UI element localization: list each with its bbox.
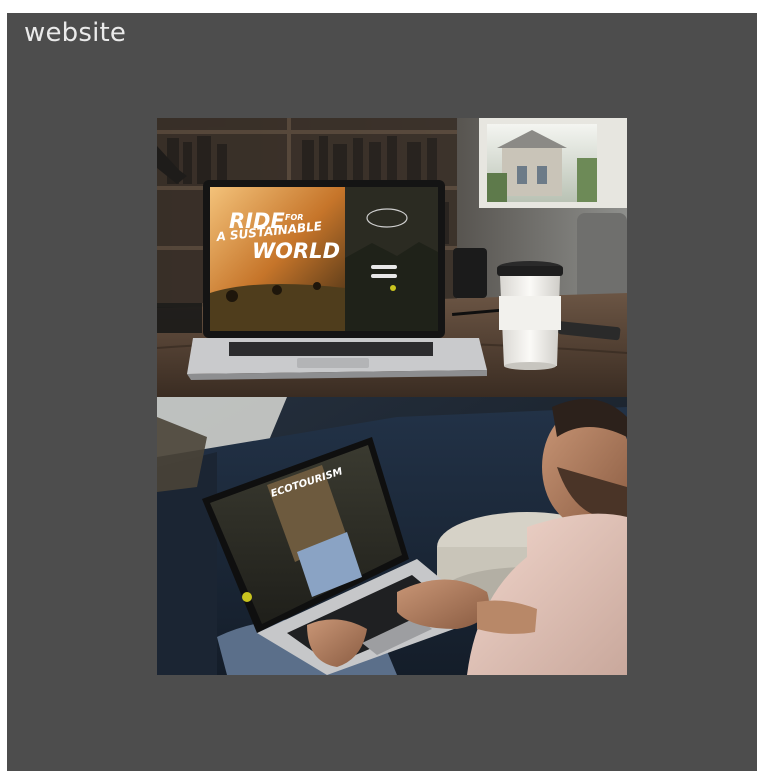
screen-headline-world: WORLD <box>252 239 340 263</box>
top-strip <box>0 0 764 13</box>
laptop-desk-photo: RIDE FOR A SUSTAINABLE WORLD <box>157 118 627 397</box>
content-panel: website RIDE FOR A SUSTAINABLE WORLD ECO… <box>7 13 757 771</box>
laptop-lap-photo: ECOTOURISM <box>157 397 627 675</box>
section-title: website <box>24 18 127 48</box>
